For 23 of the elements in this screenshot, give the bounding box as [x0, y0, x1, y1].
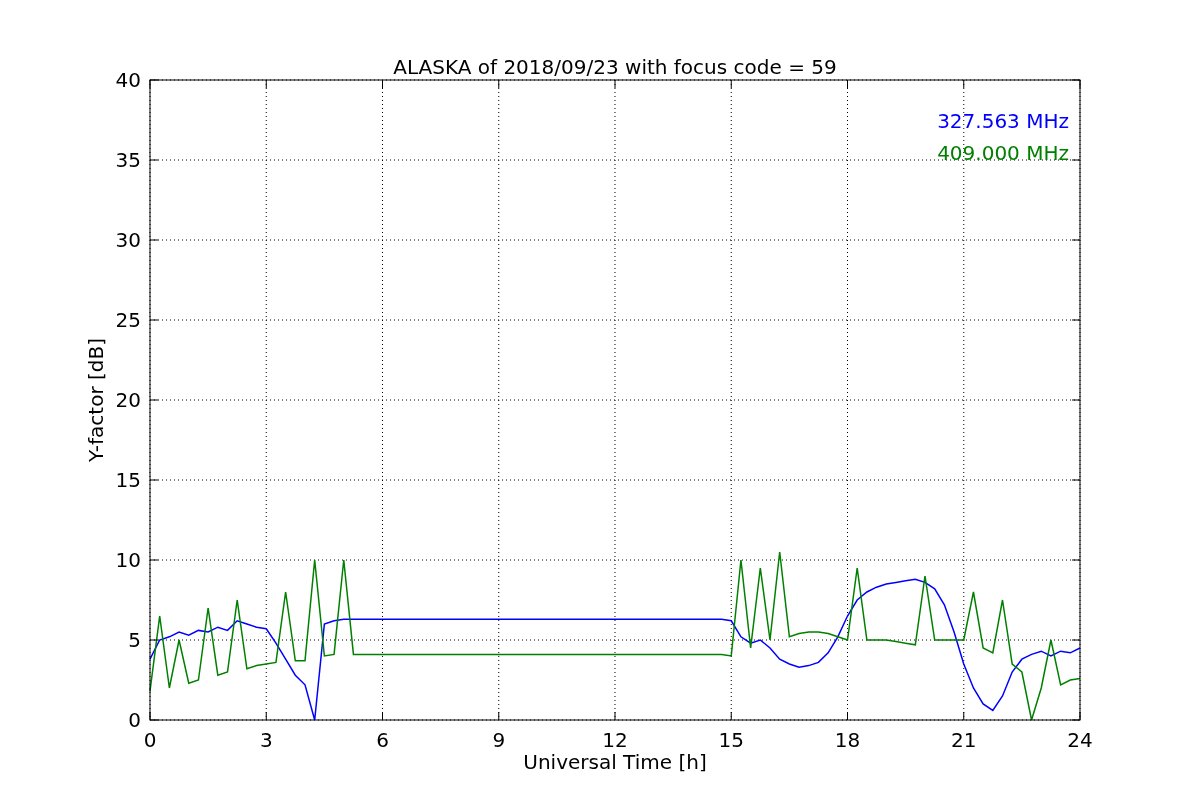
x-tick-label: 12 — [602, 728, 628, 752]
x-axis-label: Universal Time [h] — [523, 750, 707, 774]
x-tick-label: 0 — [143, 728, 157, 752]
x-tick-label: 21 — [951, 728, 977, 752]
y-tick-label: 15 — [115, 468, 141, 492]
y-tick-label: 35 — [115, 148, 141, 172]
x-tick-label: 18 — [834, 728, 861, 752]
x-tick-label: 15 — [718, 728, 744, 752]
legend-label: 327.563 MHz — [937, 109, 1069, 133]
y-tick-label: 30 — [115, 228, 141, 252]
y-tick-label: 20 — [115, 388, 141, 412]
y-tick-label: 10 — [115, 548, 141, 572]
y-axis-label: Y-factor [dB] — [84, 338, 108, 462]
y-tick-label: 5 — [128, 628, 141, 652]
chart-title: ALASKA of 2018/09/23 with focus code = 59 — [393, 55, 837, 79]
x-tick-label: 3 — [259, 728, 273, 752]
x-tick-label: 24 — [1067, 728, 1093, 752]
y-tick-label: 25 — [115, 308, 141, 332]
legend-label: 409.000 MHz — [937, 141, 1069, 165]
y-tick-label: 0 — [128, 708, 141, 732]
x-tick-label: 6 — [376, 728, 389, 752]
y-tick-label: 40 — [115, 68, 141, 92]
x-tick-label: 9 — [492, 728, 506, 752]
